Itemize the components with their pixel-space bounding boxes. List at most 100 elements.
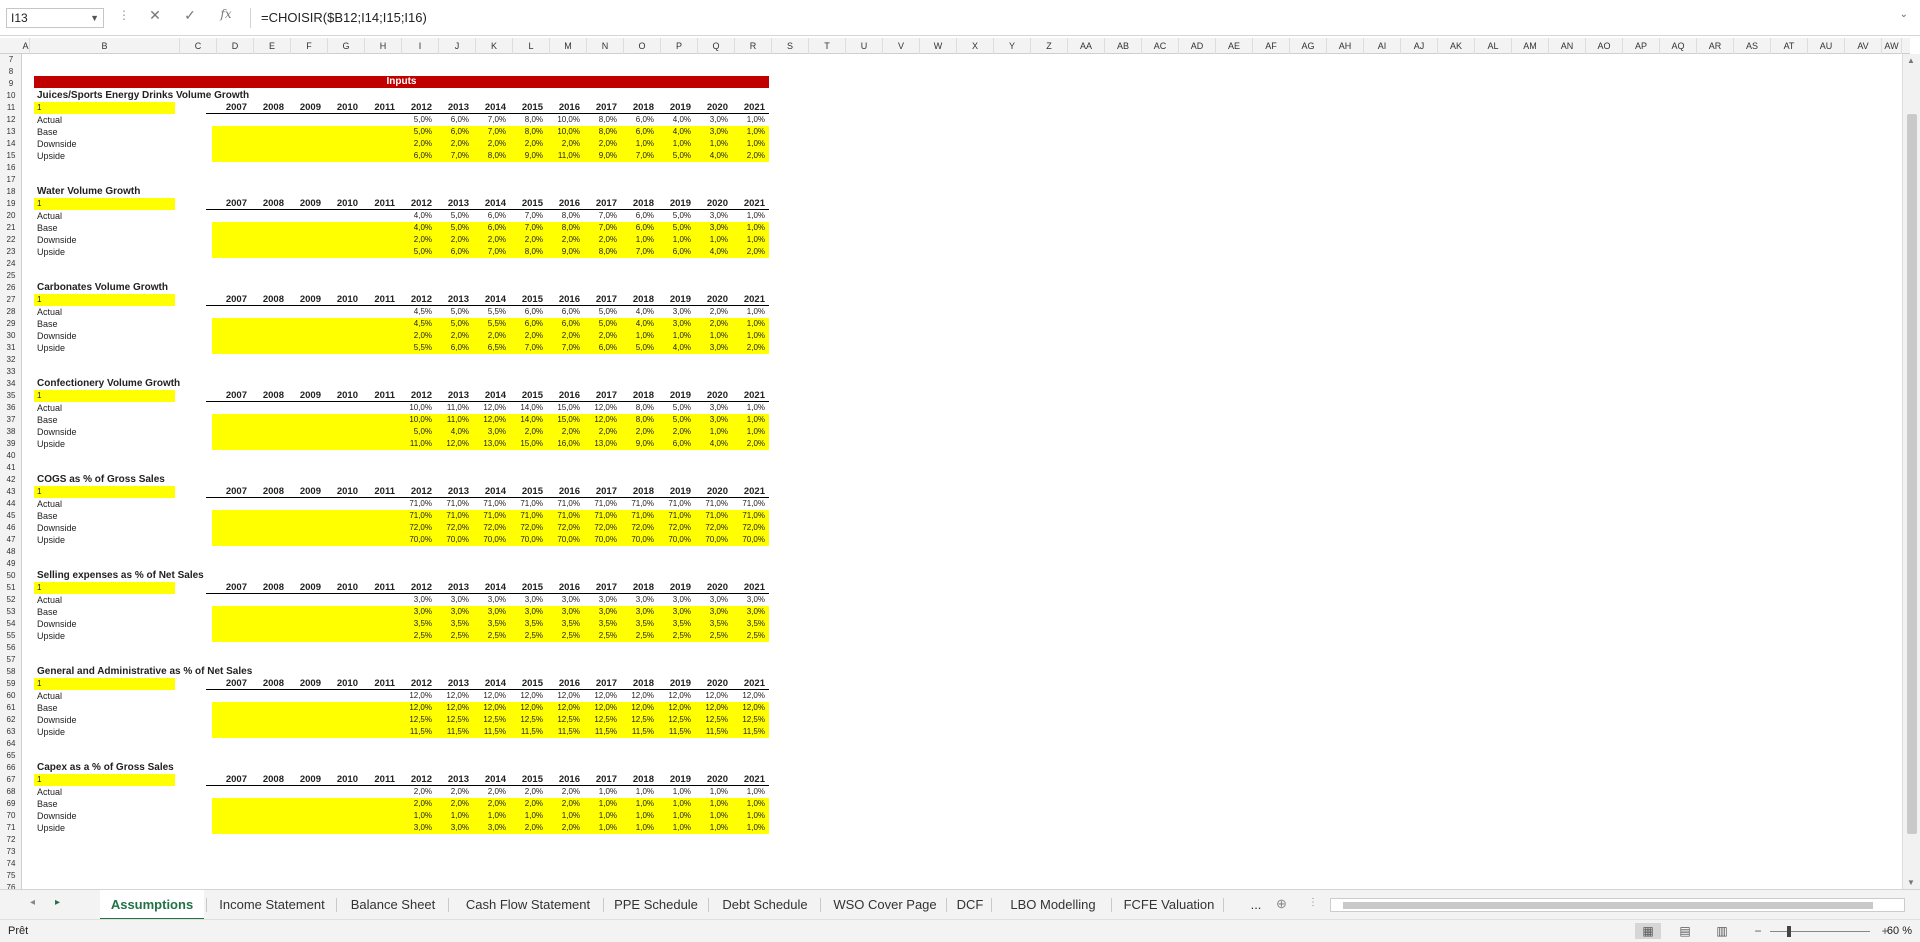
value-cell[interactable]: 4,5%	[397, 306, 434, 318]
value-cell[interactable]: 11,5%	[508, 726, 545, 738]
value-cell[interactable]: 71,0%	[545, 510, 582, 522]
value-cell[interactable]: 1,0%	[619, 786, 656, 798]
value-cell[interactable]: 12,0%	[545, 690, 582, 702]
scenario-selector-cell[interactable]: 1	[34, 678, 175, 690]
value-cell[interactable]: 12,0%	[619, 690, 656, 702]
value-cell[interactable]: 12,0%	[397, 702, 434, 714]
row-header[interactable]: 42	[0, 474, 22, 486]
value-cell[interactable]: 71,0%	[656, 498, 693, 510]
value-cell[interactable]: 3,0%	[397, 822, 434, 834]
value-cell[interactable]: 2,0%	[545, 798, 582, 810]
value-cell[interactable]: 2,0%	[730, 438, 767, 450]
value-cell[interactable]: 2,5%	[619, 630, 656, 642]
column-header[interactable]: AI	[1364, 38, 1401, 54]
sheet-grid[interactable]: Inputs Juices/Sports Energy Drinks Volum…	[22, 54, 1902, 889]
value-cell[interactable]: 70,0%	[693, 534, 730, 546]
row-header[interactable]: 65	[0, 750, 22, 762]
insert-function-icon[interactable]: fx	[214, 7, 238, 21]
scroll-down-icon[interactable]: ▼	[1907, 878, 1915, 887]
value-cell[interactable]: 1,0%	[693, 798, 730, 810]
scenario-selector-cell[interactable]: 1	[34, 390, 175, 402]
row-header[interactable]: 61	[0, 702, 22, 714]
value-cell[interactable]: 11,0%	[545, 150, 582, 162]
value-cell[interactable]: 12,5%	[582, 714, 619, 726]
value-cell[interactable]: 2,0%	[730, 150, 767, 162]
row-header[interactable]: 8	[0, 66, 22, 78]
value-cell[interactable]: 1,0%	[730, 210, 767, 222]
sheet-tab[interactable]: DCF	[951, 890, 989, 920]
value-cell[interactable]: 8,0%	[508, 114, 545, 126]
value-cell[interactable]: 3,5%	[619, 618, 656, 630]
value-cell[interactable]: 2,0%	[582, 330, 619, 342]
value-cell[interactable]: 72,0%	[471, 522, 508, 534]
value-cell[interactable]: 1,0%	[545, 810, 582, 822]
column-header[interactable]: E	[254, 38, 291, 54]
value-cell[interactable]: 7,0%	[508, 210, 545, 222]
value-cell[interactable]: 2,5%	[730, 630, 767, 642]
row-header[interactable]: 16	[0, 162, 22, 174]
value-cell[interactable]: 1,0%	[730, 318, 767, 330]
sheet-tab[interactable]: Debt Schedule	[712, 890, 818, 920]
row-header[interactable]: 63	[0, 726, 22, 738]
value-cell[interactable]: 12,0%	[508, 690, 545, 702]
value-cell[interactable]: 12,0%	[434, 438, 471, 450]
value-cell[interactable]: 71,0%	[619, 498, 656, 510]
value-cell[interactable]: 71,0%	[545, 498, 582, 510]
value-cell[interactable]: 7,0%	[471, 114, 508, 126]
value-cell[interactable]: 1,0%	[730, 786, 767, 798]
value-cell[interactable]: 3,0%	[582, 594, 619, 606]
row-header[interactable]: 51	[0, 582, 22, 594]
sheet-tab[interactable]: Income Statement	[210, 890, 334, 920]
row-header[interactable]: 56	[0, 642, 22, 654]
value-cell[interactable]: 11,5%	[545, 726, 582, 738]
value-cell[interactable]: 7,0%	[582, 222, 619, 234]
row-header[interactable]: 71	[0, 822, 22, 834]
value-cell[interactable]: 70,0%	[434, 534, 471, 546]
value-cell[interactable]: 2,5%	[434, 630, 471, 642]
column-header[interactable]: G	[328, 38, 365, 54]
value-cell[interactable]: 1,0%	[471, 810, 508, 822]
row-header[interactable]: 73	[0, 846, 22, 858]
value-cell[interactable]: 1,0%	[508, 810, 545, 822]
value-cell[interactable]: 5,0%	[397, 246, 434, 258]
row-header[interactable]: 60	[0, 690, 22, 702]
cancel-icon[interactable]: ✕	[143, 7, 167, 24]
value-cell[interactable]: 5,0%	[434, 222, 471, 234]
value-cell[interactable]: 71,0%	[397, 510, 434, 522]
value-cell[interactable]: 12,0%	[434, 702, 471, 714]
value-cell[interactable]: 6,0%	[656, 246, 693, 258]
row-header[interactable]: 20	[0, 210, 22, 222]
value-cell[interactable]: 12,0%	[656, 690, 693, 702]
zoom-slider-thumb[interactable]	[1787, 926, 1791, 937]
value-cell[interactable]: 2,0%	[397, 330, 434, 342]
value-cell[interactable]: 12,5%	[693, 714, 730, 726]
value-cell[interactable]: 1,0%	[656, 786, 693, 798]
value-cell[interactable]: 11,0%	[434, 402, 471, 414]
chevron-down-icon[interactable]: ▼	[90, 9, 99, 27]
value-cell[interactable]: 1,0%	[730, 822, 767, 834]
value-cell[interactable]: 7,0%	[434, 150, 471, 162]
value-cell[interactable]: 5,5%	[397, 342, 434, 354]
value-cell[interactable]: 6,5%	[471, 342, 508, 354]
value-cell[interactable]: 5,0%	[582, 306, 619, 318]
value-cell[interactable]: 1,0%	[656, 234, 693, 246]
value-cell[interactable]: 12,0%	[693, 690, 730, 702]
value-cell[interactable]: 8,0%	[582, 126, 619, 138]
value-cell[interactable]: 71,0%	[471, 498, 508, 510]
value-cell[interactable]: 71,0%	[582, 510, 619, 522]
value-cell[interactable]: 11,0%	[397, 438, 434, 450]
row-header[interactable]: 31	[0, 342, 22, 354]
column-header[interactable]: AD	[1179, 38, 1216, 54]
value-cell[interactable]: 1,0%	[730, 234, 767, 246]
row-header[interactable]: 36	[0, 402, 22, 414]
value-cell[interactable]: 8,0%	[471, 150, 508, 162]
value-cell[interactable]: 2,0%	[508, 426, 545, 438]
value-cell[interactable]: 4,0%	[397, 210, 434, 222]
value-cell[interactable]: 6,0%	[397, 150, 434, 162]
row-header[interactable]: 74	[0, 858, 22, 870]
value-cell[interactable]: 14,0%	[508, 402, 545, 414]
sheet-tab[interactable]: FCFE Valuation	[1117, 890, 1221, 920]
value-cell[interactable]: 3,0%	[434, 606, 471, 618]
value-cell[interactable]: 4,5%	[397, 318, 434, 330]
row-header[interactable]: 66	[0, 762, 22, 774]
